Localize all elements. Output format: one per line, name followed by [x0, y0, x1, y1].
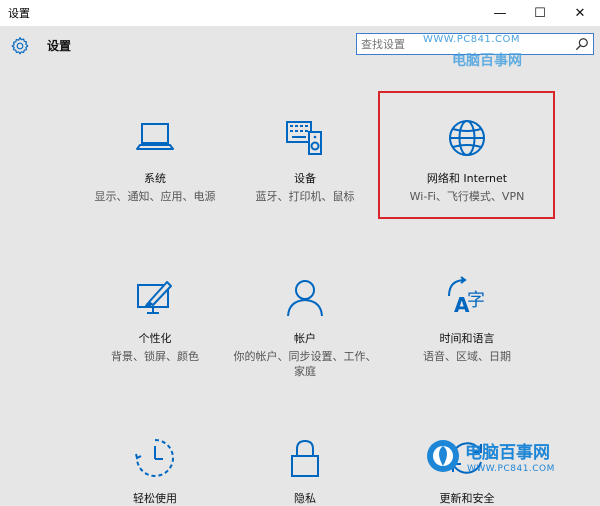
- title-bar: 设置 — ☐ ✕: [0, 0, 600, 26]
- tile-name: 设备: [294, 172, 316, 185]
- minimize-icon: —: [493, 5, 507, 21]
- lock-icon: [291, 439, 319, 477]
- tile-devices[interactable]: 设备 蓝牙、打印机、鼠标: [220, 116, 390, 204]
- tile-name: 轻松使用: [133, 492, 177, 505]
- watermark-url-bottom: WWW.PC841.COM: [467, 464, 555, 474]
- tile-description: 背景、锁屏、颜色: [111, 350, 199, 363]
- tile-system[interactable]: 系统 显示、通知、应用、电源: [70, 116, 240, 204]
- ease-of-access-icon: [135, 439, 174, 477]
- maximize-button[interactable]: ☐: [520, 0, 560, 26]
- tile-personalization[interactable]: 个性化 背景、锁屏、颜色: [70, 276, 240, 364]
- tile-ease-of-access[interactable]: 轻松使用: [70, 436, 240, 506]
- tile-name: 系统: [144, 172, 166, 185]
- highlight-frame: [378, 91, 555, 219]
- tile-accounts[interactable]: 帐户 你的帐户、同步设置、工作、家庭: [220, 276, 390, 379]
- watermark-logo-icon: [427, 440, 459, 472]
- person-icon: [287, 280, 323, 317]
- search-icon[interactable]: [575, 37, 589, 51]
- tile-description: 你的帐户、同步设置、工作、家庭: [233, 350, 377, 378]
- tile-time-language[interactable]: A 字 时间和语言 语音、区域、日期: [382, 276, 552, 364]
- tile-description: 蓝牙、打印机、鼠标: [255, 190, 355, 203]
- close-button[interactable]: ✕: [560, 0, 600, 26]
- keyboard-speaker-icon: [286, 121, 322, 155]
- svg-text:字: 字: [467, 290, 485, 311]
- tile-name: 更新和安全: [439, 492, 495, 505]
- paint-monitor-icon: [137, 281, 172, 314]
- watermark-url: WWW.PC841.COM: [423, 34, 520, 45]
- tile-name: 隐私: [294, 492, 316, 505]
- window-title: 设置: [8, 7, 30, 20]
- tile-description: 显示、通知、应用、电源: [94, 190, 216, 203]
- minimize-button[interactable]: —: [480, 0, 520, 26]
- gear-icon: [11, 37, 29, 55]
- tile-name: 时间和语言: [439, 332, 495, 345]
- page-title: 设置: [47, 39, 72, 53]
- time-language-icon: A 字: [448, 276, 485, 317]
- tile-privacy[interactable]: 隐私: [220, 436, 390, 506]
- tile-name: 个性化: [138, 332, 172, 345]
- watermark-brand-bottom: 电脑百事网: [465, 443, 550, 463]
- maximize-icon: ☐: [534, 5, 546, 21]
- watermark-brand: 电脑百事网: [452, 53, 522, 69]
- close-icon: ✕: [574, 5, 586, 21]
- watermark-logo: 电脑百事网 WWW.PC841.COM: [425, 432, 600, 492]
- tile-description: 语音、区域、日期: [423, 350, 511, 363]
- tile-name: 帐户: [294, 332, 316, 345]
- laptop-icon: [136, 123, 174, 150]
